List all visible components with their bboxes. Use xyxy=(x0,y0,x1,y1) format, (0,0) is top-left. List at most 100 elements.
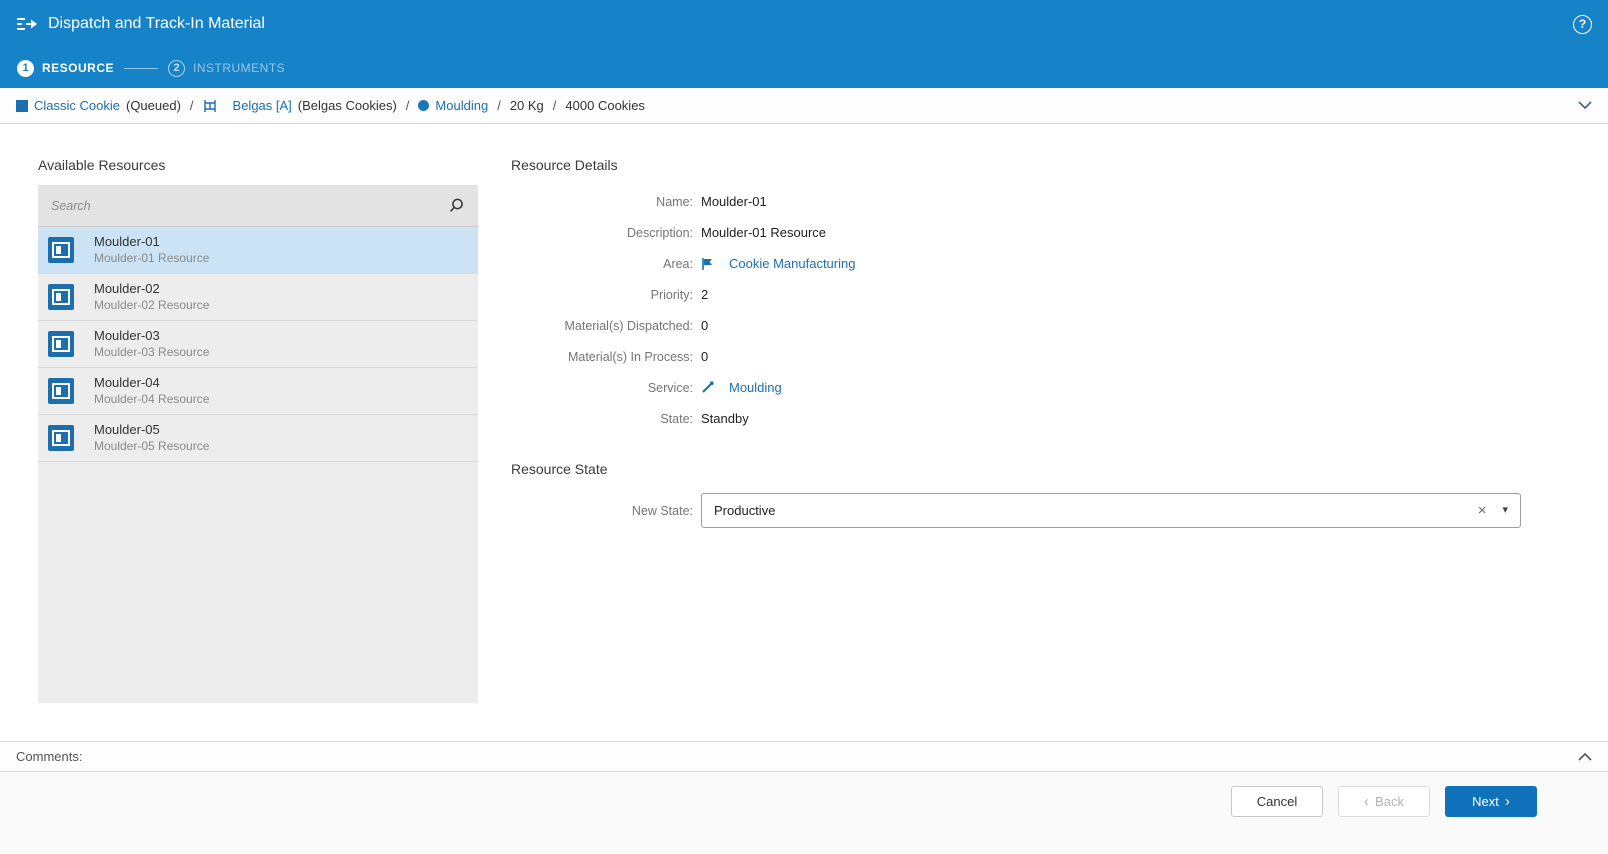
step-2-label: INSTRUMENTS xyxy=(193,61,285,75)
breadcrumb-equipment-link[interactable]: Belgas [A] xyxy=(233,98,292,113)
search-input[interactable] xyxy=(51,199,448,213)
new-state-combobox[interactable]: Productive × ▾ xyxy=(701,493,1521,528)
field-label: Service: xyxy=(511,381,701,395)
collapse-chevron-up-icon[interactable] xyxy=(1578,752,1592,761)
clear-icon[interactable]: × xyxy=(1478,503,1487,518)
back-button-label: Back xyxy=(1375,794,1404,809)
resource-name: Moulder-03 xyxy=(94,328,209,344)
step-2-circle: 2 xyxy=(168,60,185,77)
breadcrumb-expand-chevron-icon[interactable] xyxy=(1578,101,1592,110)
resource-description: Moulder-04 Resource xyxy=(94,392,209,407)
resource-details-title: Resource Details xyxy=(511,157,1527,173)
resource-list-item-moulder-05[interactable]: Moulder-05 Moulder-05 Resource xyxy=(38,415,478,462)
detail-row-name: Name: Moulder-01 xyxy=(511,186,1527,217)
detail-row-priority: Priority: 2 xyxy=(511,279,1527,310)
quantity-value: 20 Kg xyxy=(510,98,544,113)
field-value: Moulder-01 xyxy=(701,194,767,209)
breadcrumb-operation-link[interactable]: Moulding xyxy=(435,98,488,113)
equipment-detail: (Belgas Cookies) xyxy=(298,98,397,113)
field-value: Standby xyxy=(701,411,749,426)
operation-icon xyxy=(418,100,429,111)
resource-list-panel: Moulder-01 Moulder-01 Resource xyxy=(38,185,478,703)
step-connector xyxy=(124,68,158,69)
field-label: State: xyxy=(511,412,701,426)
field-label: Description: xyxy=(511,226,701,240)
field-label: Material(s) In Process: xyxy=(511,350,701,364)
detail-row-area: Area: Cookie Manufacturing xyxy=(511,248,1527,279)
new-state-label: New State: xyxy=(511,504,701,518)
next-button-label: Next xyxy=(1472,794,1499,809)
material-icon xyxy=(16,100,28,112)
resource-state-title: Resource State xyxy=(511,461,1527,477)
resource-name: Moulder-04 xyxy=(94,375,209,391)
detail-row-state: State: Standby xyxy=(511,403,1527,434)
field-label: Area: xyxy=(511,257,701,271)
resource-list: Moulder-01 Moulder-01 Resource xyxy=(38,227,478,462)
new-state-row: New State: Productive × ▾ xyxy=(511,493,1527,528)
resource-icon xyxy=(48,425,74,451)
resource-list-item-moulder-03[interactable]: Moulder-03 Moulder-03 Resource xyxy=(38,321,478,368)
resource-name: Moulder-01 xyxy=(94,234,209,250)
breadcrumb: Classic Cookie (Queued) / Belgas [A] (Be… xyxy=(0,88,1608,124)
field-value: 2 xyxy=(701,287,708,302)
dispatch-track-in-icon xyxy=(16,15,38,33)
wizard-stepper: 1 RESOURCE 2 INSTRUMENTS xyxy=(0,48,1608,88)
area-link[interactable]: Cookie Manufacturing xyxy=(729,256,855,271)
resource-list-item-moulder-02[interactable]: Moulder-02 Moulder-02 Resource xyxy=(38,274,478,321)
resource-list-item-moulder-04[interactable]: Moulder-04 Moulder-04 Resource xyxy=(38,368,478,415)
resource-description: Moulder-05 Resource xyxy=(94,439,209,454)
breadcrumb-separator: / xyxy=(406,98,410,113)
resource-icon xyxy=(48,237,74,263)
resource-name: Moulder-05 xyxy=(94,422,209,438)
step-instruments[interactable]: 2 INSTRUMENTS xyxy=(168,60,285,77)
resource-description: Moulder-02 Resource xyxy=(94,298,209,313)
next-chevron-icon: › xyxy=(1505,794,1510,809)
field-label: Priority: xyxy=(511,288,701,302)
help-icon[interactable]: ? xyxy=(1573,15,1592,34)
next-button[interactable]: Next › xyxy=(1445,786,1537,817)
resource-description: Moulder-01 Resource xyxy=(94,251,209,266)
resource-details-section: Resource Details Name: Moulder-01 Descri… xyxy=(478,124,1608,741)
dropdown-caret-icon[interactable]: ▾ xyxy=(1502,505,1508,516)
dispatch-track-in-window: Dispatch and Track-In Material ? 1 RESOU… xyxy=(0,0,1608,854)
step-1-label: RESOURCE xyxy=(42,61,114,75)
title-row: Dispatch and Track-In Material ? xyxy=(0,0,1608,48)
field-label: Material(s) Dispatched: xyxy=(511,319,701,333)
search-icon[interactable] xyxy=(448,197,465,214)
field-value: Moulder-01 Resource xyxy=(701,225,826,240)
detail-row-dispatched: Material(s) Dispatched: 0 xyxy=(511,310,1527,341)
equipment-icon xyxy=(203,99,217,113)
search-bar xyxy=(38,185,478,227)
comments-label: Comments: xyxy=(16,749,82,764)
quantity-pieces-value: 4000 Cookies xyxy=(565,98,645,113)
cancel-button[interactable]: Cancel xyxy=(1231,786,1323,817)
area-flag-icon xyxy=(701,257,714,271)
breadcrumb-separator: / xyxy=(553,98,557,113)
step-resource[interactable]: 1 RESOURCE xyxy=(17,60,114,77)
step-1-circle: 1 xyxy=(17,60,34,77)
detail-row-service: Service: Moulding xyxy=(511,372,1527,403)
breadcrumb-separator: / xyxy=(190,98,194,113)
app-header: Dispatch and Track-In Material ? 1 RESOU… xyxy=(0,0,1608,88)
breadcrumb-separator: / xyxy=(497,98,501,113)
detail-row-inprocess: Material(s) In Process: 0 xyxy=(511,341,1527,372)
field-value: 0 xyxy=(701,318,708,333)
resource-icon xyxy=(48,331,74,357)
resource-list-item-moulder-01[interactable]: Moulder-01 Moulder-01 Resource xyxy=(38,227,478,274)
footer: Cancel ‹ Back Next › xyxy=(0,772,1608,854)
back-button: ‹ Back xyxy=(1338,786,1430,817)
resource-description: Moulder-03 Resource xyxy=(94,345,209,360)
field-label: Name: xyxy=(511,195,701,209)
available-resources-section: Available Resources xyxy=(0,124,478,741)
material-status: (Queued) xyxy=(126,98,181,113)
resource-icon xyxy=(48,284,74,310)
field-value: 0 xyxy=(701,349,708,364)
breadcrumb-material-link[interactable]: Classic Cookie xyxy=(34,98,120,113)
resource-name: Moulder-02 xyxy=(94,281,209,297)
available-resources-title: Available Resources xyxy=(38,157,478,173)
service-icon xyxy=(701,381,714,394)
service-link[interactable]: Moulding xyxy=(729,380,782,395)
detail-row-description: Description: Moulder-01 Resource xyxy=(511,217,1527,248)
main-content: Available Resources xyxy=(0,124,1608,741)
comments-bar[interactable]: Comments: xyxy=(0,741,1608,772)
